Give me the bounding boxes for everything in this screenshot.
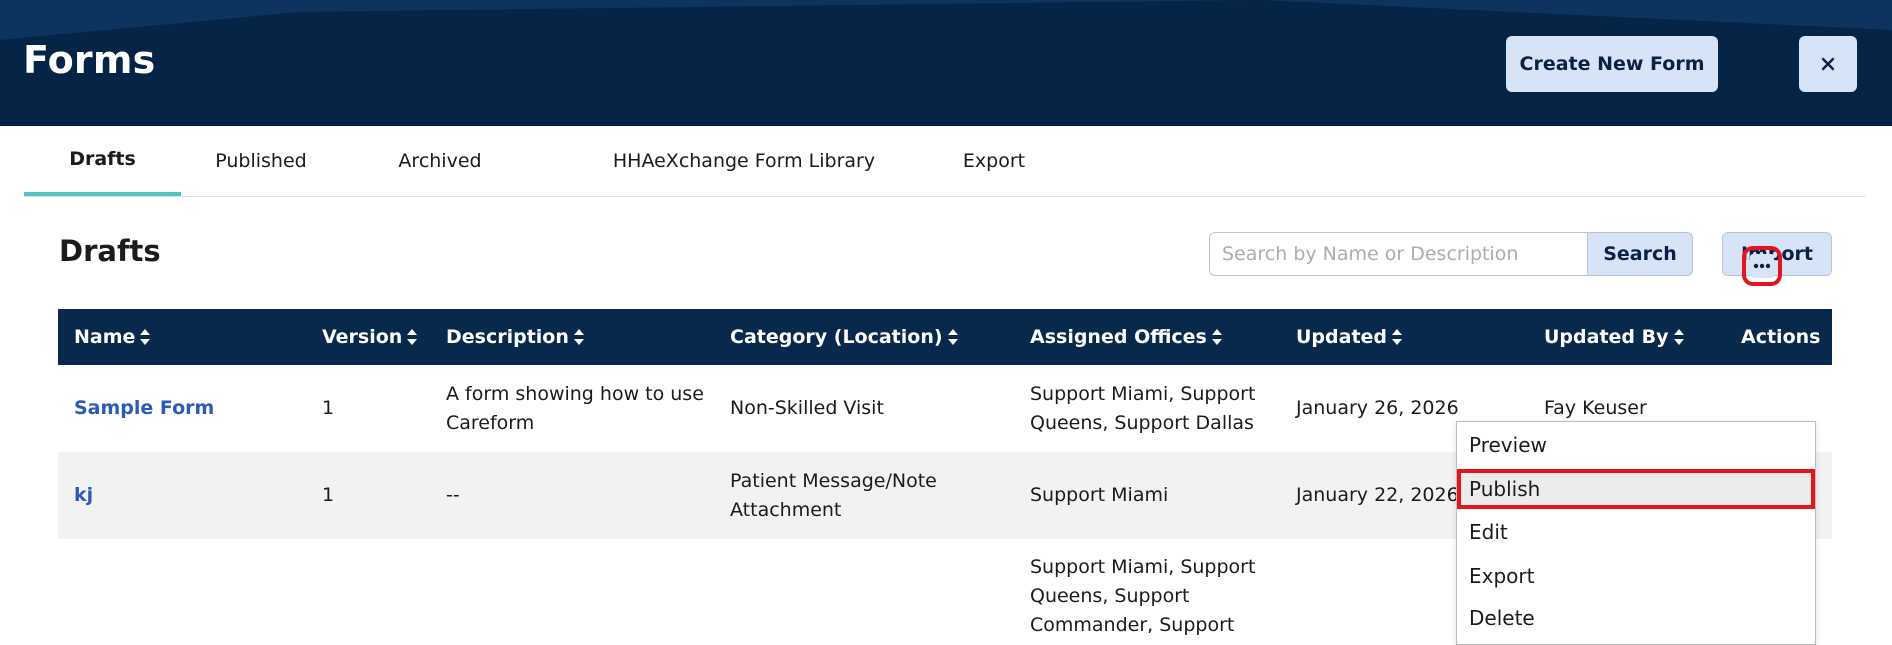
- description-cell: A form showing how to use Careform: [446, 382, 704, 434]
- category-cell: Patient Message/Note Attachment: [730, 469, 937, 521]
- column-header-updated-by[interactable]: Updated By: [1544, 309, 1685, 365]
- tab-drafts[interactable]: Drafts: [24, 126, 181, 196]
- close-button[interactable]: [1799, 36, 1857, 92]
- tab-export[interactable]: Export: [929, 126, 1059, 196]
- form-name-link[interactable]: Sample Form: [74, 394, 214, 423]
- offices-cell: Support Miami, Support Queens, Support D…: [1030, 382, 1256, 434]
- sort-icon: [1673, 329, 1684, 345]
- column-header-updated[interactable]: Updated: [1296, 309, 1403, 365]
- menu-item-edit[interactable]: Edit: [1457, 512, 1815, 552]
- version-cell: 1: [322, 397, 335, 419]
- menu-item-export[interactable]: Export: [1457, 556, 1815, 596]
- column-header-version[interactable]: Version: [322, 309, 418, 365]
- column-header-assigned-offices[interactable]: Assigned Offices: [1030, 309, 1223, 365]
- offices-cell: Support Miami: [1030, 484, 1169, 506]
- offices-cell: Support Miami, Support Queens, Support C…: [1030, 556, 1256, 636]
- form-name-cell: Sample Form: [74, 365, 304, 452]
- tab-bar: Drafts Published Archived HHAeXchange Fo…: [24, 126, 1866, 197]
- row-actions-button[interactable]: [1742, 246, 1782, 286]
- form-name-link[interactable]: kj: [74, 481, 93, 510]
- page-title: Forms: [23, 38, 156, 82]
- import-button[interactable]: Import: [1722, 232, 1832, 276]
- menu-item-delete[interactable]: Delete: [1457, 598, 1815, 638]
- sort-icon: [1211, 329, 1222, 345]
- search-input[interactable]: [1209, 232, 1587, 276]
- column-header-description[interactable]: Description: [446, 309, 585, 365]
- category-cell: Non-Skilled Visit: [730, 397, 884, 419]
- close-icon: [1821, 57, 1835, 71]
- menu-item-preview[interactable]: Preview: [1457, 425, 1815, 465]
- search-button[interactable]: Search: [1587, 232, 1693, 276]
- column-header-actions: Actions: [1741, 326, 1821, 348]
- more-horizontal-icon: [1753, 263, 1771, 269]
- tab-archived[interactable]: Archived: [362, 126, 518, 196]
- sort-icon: [1392, 329, 1403, 345]
- sort-icon: [573, 329, 584, 345]
- sort-icon: [947, 329, 958, 345]
- description-cell: --: [446, 484, 460, 506]
- column-header-name[interactable]: Name: [74, 309, 151, 365]
- version-cell: 1: [322, 484, 335, 506]
- row-actions-menu: Preview Publish Edit Export Delete: [1456, 421, 1816, 645]
- create-new-form-button[interactable]: Create New Form: [1506, 36, 1718, 92]
- tab-form-library[interactable]: HHAeXchange Form Library: [584, 126, 904, 196]
- sort-icon: [407, 329, 418, 345]
- tab-published[interactable]: Published: [181, 126, 341, 196]
- sort-icon: [140, 329, 151, 345]
- section-title: Drafts: [59, 234, 161, 268]
- menu-item-publish[interactable]: Publish: [1457, 469, 1815, 509]
- page-header: Forms Create New Form: [0, 0, 1892, 126]
- form-name-cell: kj: [74, 452, 304, 539]
- column-header-category[interactable]: Category (Location): [730, 309, 959, 365]
- table-header: Name Version Description Category (Locat…: [58, 309, 1832, 365]
